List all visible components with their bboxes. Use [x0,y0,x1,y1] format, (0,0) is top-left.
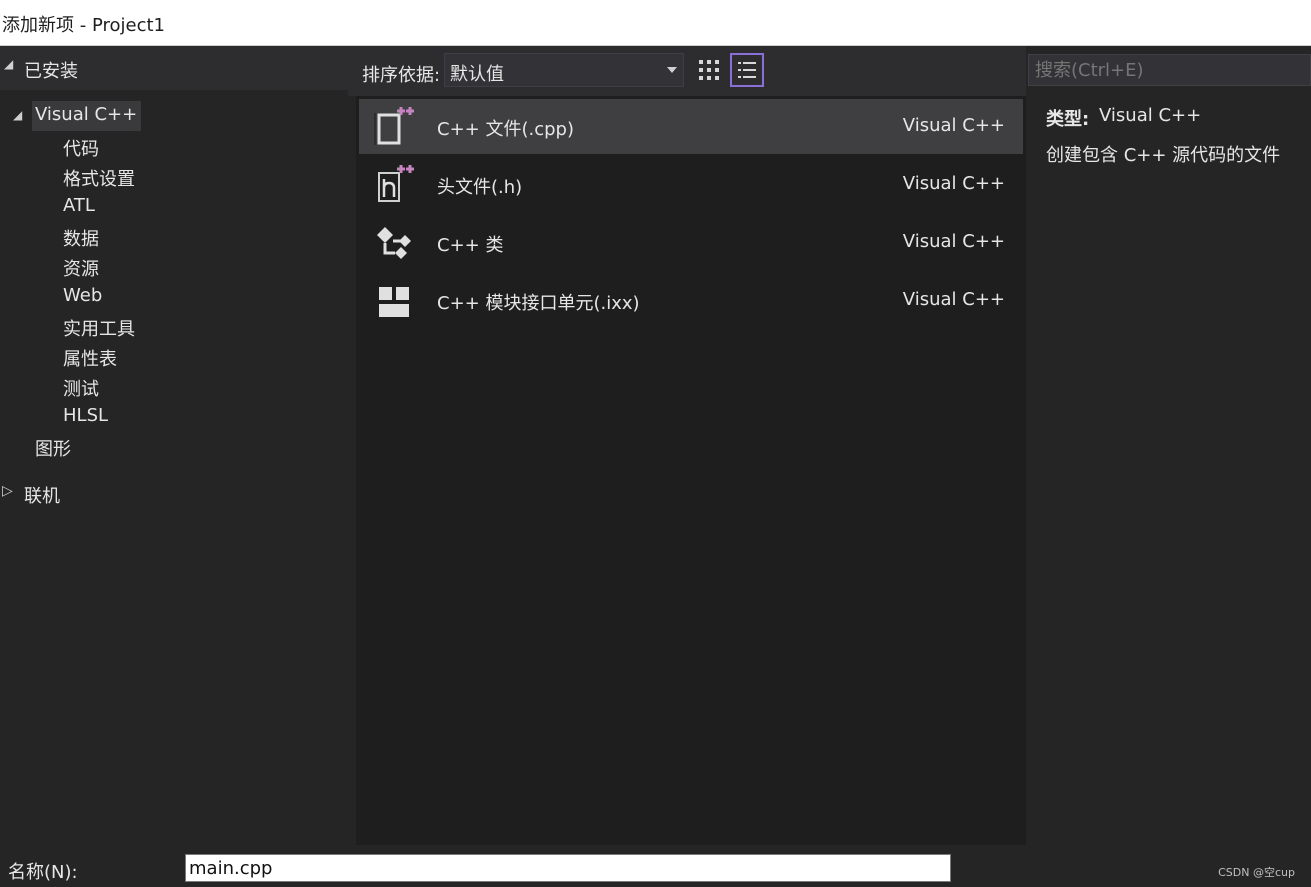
window-title: 添加新项 - Project1 [2,15,165,36]
grid-view-button[interactable] [692,53,726,87]
item-description: 创建包含 C++ 源代码的文件 [1046,145,1281,166]
sort-toolbar: 排序依据: 默认值 [348,46,1026,96]
tree-node-code[interactable]: 代码 [63,135,99,161]
tree-node-data[interactable]: 数据 [63,225,99,251]
collapsed-arrow-icon[interactable]: ▷ [2,483,13,499]
category-tree-pane: ◢ 已安装 ◢ Visual C++ 代码 格式设置 ATL 数据 资源 Web… [0,46,348,846]
list-item-module-unit[interactable]: C++ 模块接口单元(.ixx) Visual C++ [359,273,1023,328]
tree-node-label: Visual C++ [35,104,138,125]
tree-node-resource[interactable]: 资源 [63,255,99,281]
tree-node-property-sheets[interactable]: 属性表 [63,345,117,371]
item-category: Visual C++ [902,115,1005,136]
list-item-cpp-file[interactable]: C++ 文件(.cpp) Visual C++ [359,99,1023,154]
sort-value: 默认值 [450,64,504,85]
list-item-cpp-class[interactable]: C++ 类 Visual C++ [359,215,1023,270]
expanded-arrow-icon[interactable]: ◢ [13,108,22,122]
item-name: 头文件(.h) [437,177,523,198]
tree-node-graphics[interactable]: 图形 [35,435,71,461]
watermark: CSDN @空cup [1218,866,1295,879]
name-label: 名称(N): [8,862,78,883]
item-name: C++ 文件(.cpp) [437,119,574,140]
tree-node-test[interactable]: 测试 [63,375,99,401]
tree-node-formatting[interactable]: 格式设置 [63,165,135,191]
tree-node-hlsl[interactable]: HLSL [63,405,108,426]
item-category: Visual C++ [902,173,1005,194]
template-list: C++ 文件(.cpp) Visual C++ 头文件(.h) Visual C… [356,96,1026,845]
chevron-down-icon [667,67,677,73]
grid-view-icon [699,60,719,80]
search-input[interactable] [1028,54,1311,86]
name-bar: 名称(N): CSDN @空cup [0,846,1311,887]
tree-node-atl[interactable]: ATL [63,195,95,216]
expanded-arrow-icon[interactable]: ◢ [4,57,13,71]
name-field[interactable] [185,854,951,882]
class-icon [377,227,411,259]
tree-node-online[interactable]: 联机 [24,482,60,508]
header-file-icon [378,165,414,202]
installed-label: 已安装 [24,61,78,82]
sort-dropdown[interactable]: 默认值 [444,53,684,87]
item-category: Visual C++ [902,231,1005,252]
installed-header[interactable]: ◢ 已安装 [0,46,348,90]
cpp-file-icon [374,107,414,145]
tree-node-visual-cpp[interactable]: Visual C++ [32,101,142,131]
list-view-icon [738,62,756,78]
tree-node-utility[interactable]: 实用工具 [63,315,135,341]
type-label: 类型: [1046,109,1090,130]
item-category: Visual C++ [902,289,1005,310]
type-value: Visual C++ [1099,105,1202,126]
list-item-header-file[interactable]: 头文件(.h) Visual C++ [359,157,1023,212]
tree-node-web[interactable]: Web [63,285,102,306]
item-name: C++ 模块接口单元(.ixx) [437,293,640,314]
list-view-button[interactable] [730,53,764,87]
module-icon [379,287,409,317]
details-pane: 类型: Visual C++ 创建包含 C++ 源代码的文件 [1026,46,1311,846]
sort-label: 排序依据: [362,65,441,86]
title-bar: 添加新项 - Project1 [0,0,1311,46]
item-name: C++ 类 [437,235,504,256]
